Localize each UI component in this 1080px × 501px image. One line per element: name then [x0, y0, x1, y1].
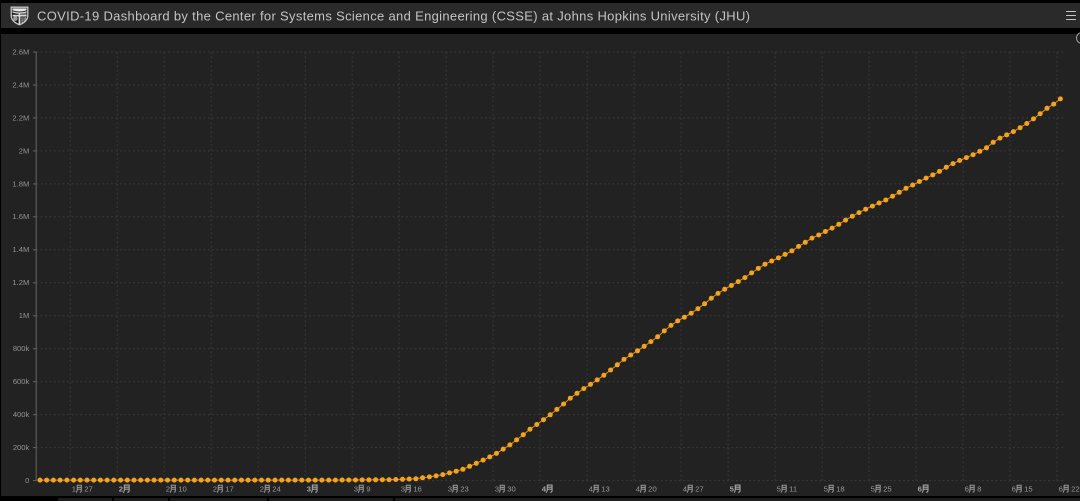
svg-text:1.6M: 1.6M: [12, 212, 29, 221]
svg-text:200k: 200k: [13, 443, 30, 452]
svg-text:5: 5: [824, 485, 828, 494]
svg-text:5: 5: [777, 485, 781, 494]
svg-text:0: 0: [25, 476, 29, 485]
svg-text:1: 1: [72, 485, 76, 494]
svg-text:3: 3: [495, 485, 499, 494]
svg-text:27: 27: [695, 485, 704, 494]
svg-text:400k: 400k: [13, 410, 30, 419]
svg-text:6: 6: [1059, 485, 1063, 494]
svg-text:17: 17: [225, 485, 234, 494]
svg-text:1.2M: 1.2M: [12, 278, 29, 287]
svg-text:3: 3: [401, 485, 405, 494]
svg-text:25: 25: [883, 485, 892, 494]
svg-text:22: 22: [1071, 485, 1080, 494]
svg-text:2.4M: 2.4M: [12, 80, 29, 89]
svg-text:2: 2: [213, 485, 217, 494]
svg-text:5: 5: [871, 485, 875, 494]
svg-text:6: 6: [918, 485, 922, 494]
svg-text:2M: 2M: [19, 146, 30, 155]
svg-text:2.2M: 2.2M: [12, 113, 29, 122]
svg-text:2.6M: 2.6M: [12, 47, 29, 56]
svg-text:15: 15: [1024, 485, 1033, 494]
svg-text:2: 2: [260, 485, 264, 494]
svg-text:18: 18: [836, 485, 845, 494]
svg-text:800k: 800k: [13, 344, 30, 353]
svg-text:2: 2: [166, 485, 170, 494]
svg-text:16: 16: [413, 485, 422, 494]
svg-text:3: 3: [448, 485, 452, 494]
svg-text:3: 3: [307, 485, 311, 494]
svg-text:11: 11: [789, 485, 797, 494]
svg-text:27: 27: [84, 485, 93, 494]
svg-text:600k: 600k: [13, 377, 30, 386]
svg-text:6: 6: [1012, 485, 1016, 494]
svg-text:3: 3: [354, 485, 358, 494]
svg-text:8: 8: [977, 485, 981, 494]
svg-text:1M: 1M: [19, 311, 30, 320]
svg-text:13: 13: [601, 485, 610, 494]
svg-text:10: 10: [178, 485, 187, 494]
svg-text:23: 23: [460, 485, 469, 494]
svg-text:1.8M: 1.8M: [12, 179, 29, 188]
svg-text:6: 6: [965, 485, 969, 494]
svg-text:1.4M: 1.4M: [12, 245, 29, 254]
svg-text:9: 9: [366, 485, 370, 494]
svg-text:24: 24: [272, 485, 281, 494]
svg-text:30: 30: [507, 485, 516, 494]
svg-text:20: 20: [648, 485, 657, 494]
svg-text:2: 2: [119, 485, 123, 494]
